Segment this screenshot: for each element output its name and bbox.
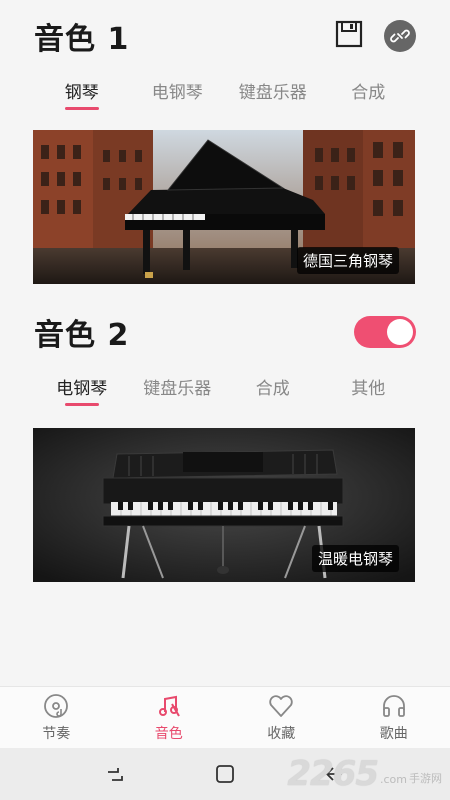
site-watermark: 2265 .com 手游网	[287, 754, 442, 794]
nav-label-rhythm: 节奏	[42, 726, 71, 742]
section1-title: 音色 1	[34, 22, 130, 57]
tab-electric-piano-2[interactable]: 电钢琴	[34, 366, 130, 406]
toggle-knob	[387, 319, 413, 345]
section2-tabs: 电钢琴 键盘乐器 合成 其他	[34, 366, 416, 406]
section1-header: 音色 1	[34, 14, 416, 58]
save-button[interactable]	[334, 19, 364, 53]
banner-label-electric-piano: 温暖电钢琴	[311, 545, 399, 572]
nav-label-songs: 歌曲	[379, 726, 408, 742]
tab-keyboard[interactable]: 键盘乐器	[225, 70, 321, 110]
tab-piano[interactable]: 钢琴	[34, 70, 130, 110]
unlink-icon	[390, 29, 410, 43]
section1-tabs: 钢琴 电钢琴 键盘乐器 合成	[34, 70, 416, 110]
tab-synth-2[interactable]: 合成	[225, 366, 321, 406]
watermark-suffix: .com	[380, 773, 407, 786]
recent-apps-icon	[108, 768, 123, 781]
tab-keyboard-2[interactable]: 键盘乐器	[130, 366, 226, 406]
banner-label-grand-piano: 德国三角钢琴	[296, 247, 399, 274]
nav-label-favorites: 收藏	[267, 726, 296, 742]
save-icon	[335, 20, 363, 48]
recent-apps-button[interactable]	[100, 759, 130, 789]
nav-item-rhythm[interactable]: 节奏	[0, 687, 113, 748]
section2-toggle[interactable]	[354, 316, 416, 348]
watermark-number: 2265	[287, 754, 379, 794]
rhythm-disc-icon	[44, 694, 69, 718]
unlink-button[interactable]	[384, 20, 416, 52]
home-icon	[216, 765, 234, 783]
tab-synth[interactable]: 合成	[321, 70, 417, 110]
instrument-banner-grand-piano[interactable]: 德国三角钢琴	[33, 130, 415, 284]
instrument-banner-electric-piano[interactable]: 温暖电钢琴	[33, 428, 415, 582]
heart-icon	[269, 695, 293, 717]
system-nav-bar: 2265 .com 手游网	[0, 748, 450, 800]
nav-item-tone[interactable]: 音色	[113, 687, 226, 748]
nav-item-favorites[interactable]: 收藏	[225, 687, 338, 748]
tab-other-2[interactable]: 其他	[321, 366, 417, 406]
watermark-sub: 手游网	[409, 772, 442, 785]
tab-electric-piano[interactable]: 电钢琴	[130, 70, 226, 110]
headphones-icon	[382, 695, 405, 717]
section2-header: 音色 2	[34, 310, 416, 354]
nav-label-tone: 音色	[154, 726, 183, 742]
music-note-icon	[158, 695, 180, 717]
bottom-nav: 节奏 音色 收藏 歌曲	[0, 686, 450, 748]
section2-title: 音色 2	[34, 318, 130, 353]
nav-item-songs[interactable]: 歌曲	[338, 687, 450, 748]
home-button[interactable]	[210, 759, 240, 789]
